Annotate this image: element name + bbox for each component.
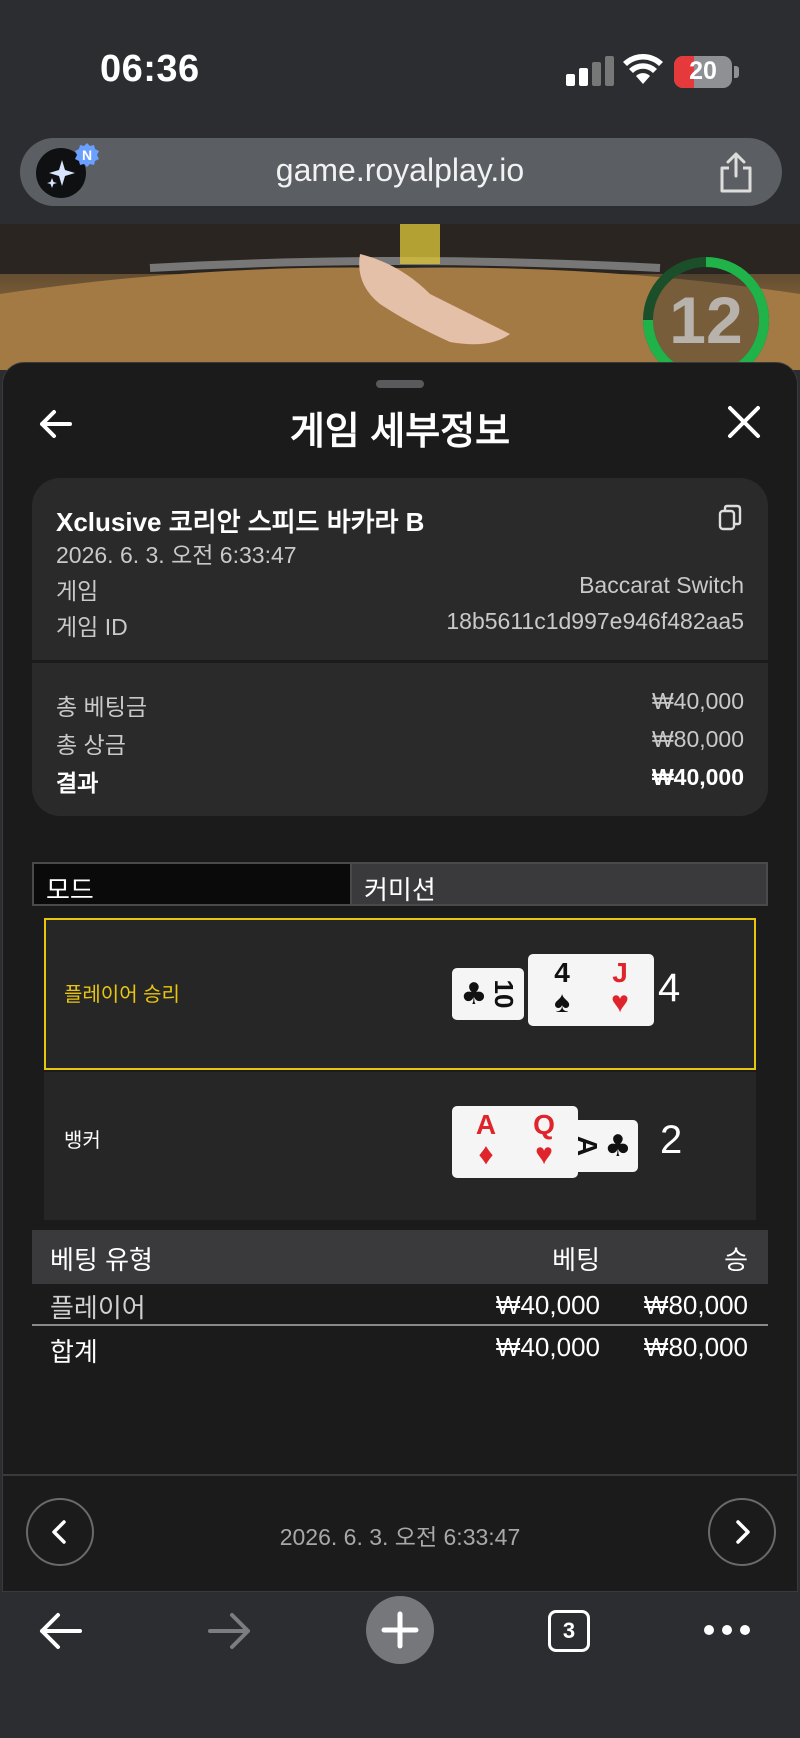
battery-indicator: 20 [674, 56, 739, 88]
share-icon[interactable] [716, 150, 756, 194]
game-value: Baccarat Switch [579, 572, 744, 598]
bet-total-label: 합계 [50, 1337, 98, 1367]
game-date: 2026. 6. 3. 오전 6:33:47 [56, 542, 297, 568]
bet-table-divider [32, 1324, 768, 1326]
bet-row-bet: ₩40,000 [495, 1290, 600, 1320]
game-id-value: 18b5611c1d997e946f482aa5 [446, 608, 744, 634]
bet-total-win: ₩80,000 [643, 1332, 748, 1362]
bet-row-win: ₩80,000 [643, 1290, 748, 1320]
sheet-drag-handle[interactable] [376, 380, 424, 388]
player-card-1: ♣ 10 [452, 968, 524, 1020]
footer-date: 2026. 6. 3. 오전 6:33:47 [279, 1524, 521, 1550]
cellular-signal-icon [566, 56, 614, 86]
sheet-title: 게임 세부정보 [289, 411, 511, 453]
total-win-label: 총 상금 [56, 732, 126, 758]
battery-level: 20 [689, 57, 717, 85]
wifi-icon [623, 54, 663, 84]
total-bet-label: 총 베팅금 [56, 694, 148, 720]
browser-back-icon[interactable] [36, 1610, 84, 1652]
svg-text:10: 10 [489, 980, 519, 1009]
commission-header: 커미션 [350, 862, 768, 906]
round-timer-value: 12 [669, 283, 743, 357]
svg-text:♣: ♣ [461, 977, 488, 1012]
result-label: 결과 [56, 770, 99, 796]
footer-divider [2, 1474, 798, 1476]
svg-text:A: A [572, 1136, 603, 1156]
player-score: 4 [658, 966, 681, 1010]
player-card-3: J ♥ [586, 954, 654, 1026]
total-bet-value: ₩40,000 [651, 688, 744, 714]
url-text[interactable]: game.royalplay.io [200, 152, 600, 189]
close-icon[interactable] [726, 404, 762, 440]
svg-text:♣: ♣ [605, 1129, 632, 1164]
back-arrow-icon[interactable] [36, 404, 76, 444]
info-card-divider [32, 660, 768, 663]
status-time: 06:36 [100, 48, 200, 90]
total-win-value: ₩80,000 [651, 726, 744, 752]
browser-forward-icon[interactable] [206, 1610, 254, 1652]
mode-header: 모드 [32, 862, 352, 906]
game-id-label: 게임 ID [56, 614, 128, 640]
copy-icon[interactable] [718, 504, 742, 532]
bet-row-type: 플레이어 [50, 1293, 146, 1323]
banker-score: 2 [660, 1118, 683, 1162]
game-name: Xclusive 코리안 스피드 바카라 B [56, 507, 425, 537]
result-value: ₩40,000 [651, 764, 744, 790]
banker-card-3: A ♣ [566, 1120, 638, 1172]
banker-result-row [44, 1072, 756, 1220]
player-result-label: 플레이어 승리 [64, 984, 180, 1006]
new-tab-button[interactable] [366, 1596, 434, 1664]
badge-icon: N [74, 142, 100, 168]
screen: 06:36 20 N game.royalplay.io 12 게임 세부정보 … [0, 0, 800, 1738]
bet-header: 베팅 [552, 1245, 600, 1275]
tabs-count-button[interactable]: 3 [548, 1610, 590, 1652]
banker-result-label: 뱅커 [64, 1130, 101, 1152]
bet-total-bet: ₩40,000 [495, 1332, 600, 1362]
more-options-icon[interactable] [702, 1620, 752, 1640]
bet-type-header: 베팅 유형 [50, 1245, 153, 1275]
game-label: 게임 [56, 578, 99, 604]
svg-text:N: N [82, 147, 92, 163]
win-header: 승 [724, 1245, 748, 1275]
previous-round-button[interactable] [26, 1498, 94, 1566]
next-round-button[interactable] [708, 1498, 776, 1566]
